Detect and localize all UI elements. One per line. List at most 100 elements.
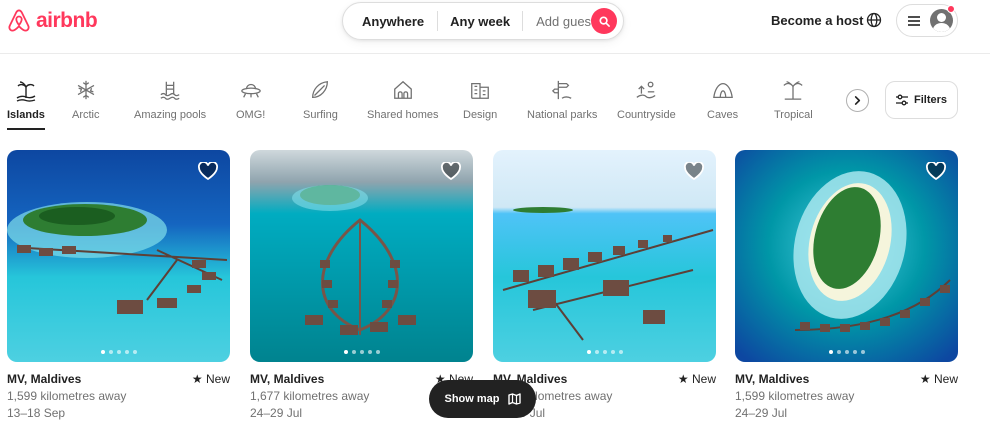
- star-icon: ★: [677, 372, 692, 386]
- category-label: Design: [463, 109, 498, 121]
- category-label: Arctic: [72, 109, 100, 121]
- carousel-dot: [124, 350, 129, 354]
- rating-value: New: [691, 372, 716, 386]
- listing-photo-image: [493, 150, 716, 362]
- listing-photo-image: [735, 150, 958, 362]
- search-bar[interactable]: Anywhere Any week Add guests: [342, 2, 624, 40]
- heart-icon[interactable]: [684, 162, 704, 180]
- listing-photo[interactable]: [735, 150, 958, 362]
- search-where[interactable]: Anywhere: [343, 14, 437, 29]
- rating-value: New: [933, 372, 958, 386]
- category-design[interactable]: Design: [463, 78, 497, 121]
- carousel-dot: [100, 350, 105, 354]
- carousel-dot: [343, 350, 348, 354]
- carousel-dot: [351, 350, 356, 354]
- cave-icon: [712, 78, 734, 102]
- listing-card[interactable]: MV, Maldives ★ New 1,599 kilometres away…: [493, 150, 716, 420]
- heart-icon[interactable]: [441, 162, 461, 180]
- carousel-dot: [860, 350, 865, 354]
- carousel-dot: [836, 350, 841, 354]
- become-host-link[interactable]: Become a host: [771, 13, 863, 28]
- listing-rating: ★ New: [920, 372, 958, 386]
- carousel-dot: [132, 350, 137, 354]
- category-national-parks[interactable]: National parks: [527, 78, 597, 121]
- airbnb-logo-icon: [8, 9, 30, 32]
- category-label: Caves: [707, 109, 739, 121]
- search-button[interactable]: [591, 8, 617, 34]
- photo-carousel-dots: [735, 350, 958, 354]
- hamburger-icon: [908, 15, 920, 26]
- category-scroll-next-button[interactable]: [846, 89, 869, 112]
- filter-sliders-icon: [895, 94, 908, 106]
- category-countryside[interactable]: Countryside: [617, 78, 676, 121]
- island-icon: [14, 78, 38, 102]
- search-icon: [598, 15, 610, 27]
- carousel-dot: [844, 350, 849, 354]
- listing-photo[interactable]: [493, 150, 716, 362]
- heart-icon[interactable]: [198, 162, 218, 180]
- listing-photo[interactable]: [7, 150, 230, 362]
- carousel-dot: [375, 350, 380, 354]
- carousel-dot: [116, 350, 121, 354]
- category-label: Amazing pools: [134, 109, 207, 121]
- listing-card[interactable]: MV, Maldives ★ New 1,599 kilometres away…: [735, 150, 958, 420]
- filters-label: Filters: [913, 94, 947, 106]
- notification-dot: [947, 5, 955, 13]
- carousel-dot: [586, 350, 591, 354]
- building-icon: [469, 78, 491, 102]
- signpost-icon: [551, 78, 573, 102]
- listing-photo-image: [250, 150, 473, 362]
- category-islands[interactable]: Islands: [7, 78, 45, 130]
- countryside-icon: [635, 78, 657, 102]
- pool-icon: [159, 78, 181, 102]
- carousel-dot: [359, 350, 364, 354]
- category-label: OMG!: [236, 109, 266, 121]
- category-tropical[interactable]: Tropical: [774, 78, 813, 121]
- palm-icon: [782, 78, 804, 102]
- carousel-dot: [602, 350, 607, 354]
- chevron-right-icon: [854, 96, 861, 105]
- logo-text: airbnb: [36, 9, 98, 32]
- filters-button[interactable]: Filters: [885, 81, 958, 119]
- listing-card[interactable]: MV, Maldives ★ New 1,677 kilometres away…: [250, 150, 473, 420]
- category-amazing-pools[interactable]: Amazing pools: [134, 78, 206, 121]
- photo-carousel-dots: [7, 350, 230, 354]
- ufo-icon: [240, 78, 262, 102]
- category-arctic[interactable]: Arctic: [72, 78, 100, 121]
- listing-dates: 24–29 Jul: [735, 406, 788, 420]
- listing-dates: 13–18 Sep: [7, 406, 66, 420]
- show-map-button[interactable]: Show map: [429, 380, 536, 418]
- category-omg[interactable]: OMG!: [236, 78, 265, 121]
- category-label: Shared homes: [367, 109, 439, 121]
- category-label: Surfing: [303, 109, 338, 121]
- photo-carousel-dots: [493, 350, 716, 354]
- map-icon: [507, 393, 521, 405]
- snowflake-icon: [75, 78, 97, 102]
- carousel-dot: [367, 350, 372, 354]
- category-label: Tropical: [774, 109, 813, 121]
- category-label: National parks: [527, 109, 598, 121]
- surfboard-icon: [309, 78, 331, 102]
- listing-distance: 1,599 kilometres away: [735, 389, 855, 403]
- show-map-label: Show map: [444, 393, 500, 405]
- airbnb-logo[interactable]: airbnb: [6, 8, 98, 34]
- star-icon: ★: [191, 372, 206, 386]
- carousel-dot: [108, 350, 113, 354]
- carousel-dot: [828, 350, 833, 354]
- category-shared-homes[interactable]: Shared homes: [367, 78, 439, 121]
- star-icon: ★: [919, 372, 934, 386]
- category-caves[interactable]: Caves: [707, 78, 738, 121]
- globe-icon[interactable]: [866, 12, 882, 28]
- rating-value: New: [205, 372, 230, 386]
- listing-photo[interactable]: [250, 150, 473, 362]
- listing-rating: ★ New: [192, 372, 230, 386]
- heart-icon[interactable]: [926, 162, 946, 180]
- search-when[interactable]: Any week: [438, 14, 522, 29]
- carousel-dot: [852, 350, 857, 354]
- photo-carousel-dots: [250, 350, 473, 354]
- listing-card[interactable]: MV, Maldives ★ New 1,599 kilometres away…: [7, 150, 230, 420]
- house-icon: [392, 78, 414, 102]
- category-label: Countryside: [617, 109, 676, 121]
- top-header: airbnb Anywhere Any week Add guests Beco…: [0, 0, 990, 54]
- category-surfing[interactable]: Surfing: [303, 78, 338, 121]
